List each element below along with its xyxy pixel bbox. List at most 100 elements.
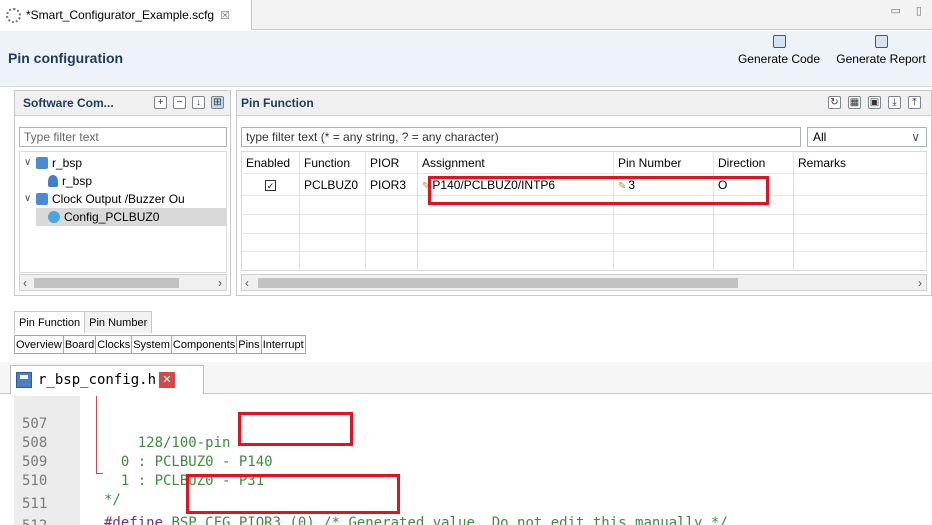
generate-code-icon <box>772 35 786 48</box>
configurator-page-tabs: Overview Board Clocks System Components … <box>14 335 306 354</box>
code-editor-tab[interactable]: r_bsp_config.h ✕ <box>10 365 204 394</box>
tree-item-r-bsp[interactable]: r_bsp <box>48 172 92 190</box>
tree-item-r-bsp-group[interactable]: ∨ r_bsp <box>24 154 82 172</box>
enabled-cell[interactable]: ✓ <box>241 172 300 196</box>
tree-item-config-pclbuz0[interactable]: Config_PCLBUZ0 <box>36 208 226 226</box>
software-components-toolbar: + − ↓ ⊞ <box>154 96 224 109</box>
software-components-title: Software Com... <box>23 96 114 110</box>
refresh-icon[interactable]: ↻ <box>828 96 841 109</box>
line-number: 512 <box>22 517 47 525</box>
component-filter-input[interactable]: Type filter text <box>19 127 227 147</box>
scroll-left-icon[interactable]: ‹ <box>23 276 27 290</box>
highlight-box-p140 <box>238 412 353 446</box>
function-cell: PCLBUZ0 <box>299 172 366 196</box>
window-controls[interactable]: ▭ ▯ <box>890 4 928 17</box>
column-header-assignment[interactable]: Assignment <box>417 151 614 174</box>
tree-item-label: Config_PCLBUZ0 <box>64 210 160 224</box>
pin-function-table: Enabled Function PIOR Assignment Pin Num… <box>241 151 927 271</box>
editor-tab-scfg[interactable]: *Smart_Configurator_Example.scfg ☒ <box>0 0 252 30</box>
scrollbar-thumb[interactable] <box>258 278 738 288</box>
import-icon[interactable]: ⤓ <box>888 96 901 109</box>
scroll-right-icon[interactable]: › <box>218 276 222 290</box>
pin-table-scrollbar[interactable]: ‹ › <box>241 274 927 291</box>
gear-icon <box>6 7 21 23</box>
highlight-box-assignment <box>428 176 769 205</box>
board-icon[interactable]: ▦ <box>848 96 861 109</box>
pior-cell: PIOR3 <box>365 172 418 196</box>
tree-item-clock-output-group[interactable]: ∨ Clock Output /Buzzer Ou <box>24 190 185 208</box>
code-line: 510 */ <box>14 453 932 508</box>
tab-components[interactable]: Components <box>170 335 238 354</box>
editor-tab-title: *Smart_Configurator_Example.scfg <box>26 8 215 22</box>
pin-filter-input[interactable]: type filter text (* = any string, ? = an… <box>241 127 801 147</box>
pin-function-title: Pin Function <box>241 96 314 110</box>
chevron-down-icon[interactable]: ∨ <box>911 128 920 146</box>
expand-all-icon[interactable]: + <box>154 96 167 109</box>
close-icon[interactable]: ✕ <box>159 372 176 388</box>
page-title: Pin configuration <box>8 50 124 66</box>
table-row <box>241 232 927 252</box>
component-icon <box>48 175 58 187</box>
scrollbar-thumb[interactable] <box>34 278 179 288</box>
generate-code-button[interactable]: Generate Code <box>733 35 825 66</box>
code-line: 511 #define BSP_CFG_PIOR3 (0) /* Generat… <box>14 476 932 525</box>
component-tree-scrollbar[interactable]: ‹ › <box>19 274 227 291</box>
code-line: 512 <box>14 498 932 525</box>
table-header-row: Enabled Function PIOR Assignment Pin Num… <box>241 151 927 174</box>
scroll-left-icon[interactable]: ‹ <box>245 276 249 290</box>
generate-report-label: Generate Report <box>836 52 926 66</box>
comment-fold-end <box>96 473 103 474</box>
table-row <box>241 251 927 271</box>
pin-view-tabs: Pin Function Pin Number <box>14 311 153 333</box>
tree-item-label: Clock Output /Buzzer Ou <box>52 192 185 206</box>
tab-system[interactable]: System <box>131 335 172 354</box>
column-header-enabled[interactable]: Enabled <box>241 151 300 174</box>
table-row <box>241 213 927 234</box>
highlight-box-define <box>186 474 400 514</box>
code-line: 508 0 : PCLBUZ0 - P140 <box>14 415 932 470</box>
tab-overview[interactable]: Overview <box>14 335 64 354</box>
chevron-down-icon[interactable]: ∨ <box>24 190 36 208</box>
tab-clocks[interactable]: Clocks <box>95 335 133 354</box>
column-header-remarks[interactable]: Remarks <box>793 151 927 174</box>
code-line: 509 1 : PCLBUZ0 - P31 <box>14 434 932 489</box>
code-editor-filename: r_bsp_config.h <box>38 372 157 388</box>
generate-report-button[interactable]: Generate Report <box>832 35 930 66</box>
component-group-icon <box>36 193 48 205</box>
close-icon[interactable]: ☒ <box>220 9 230 22</box>
code-editor[interactable]: 507 128/100-pin 508 0 : PCLBUZ0 - P140 5… <box>14 396 932 525</box>
tree-item-label: r_bsp <box>52 156 83 170</box>
code-line: 507 128/100-pin <box>14 396 932 451</box>
code-editor-tab-bar: r_bsp_config.h ✕ <box>0 362 932 394</box>
column-header-function[interactable]: Function <box>299 151 366 174</box>
tab-interrupt[interactable]: Interrupt <box>260 335 306 354</box>
sort-az-icon[interactable]: ↓ <box>192 96 205 109</box>
tab-pins[interactable]: Pins <box>236 335 262 354</box>
scroll-right-icon[interactable]: › <box>918 276 922 290</box>
config-icon <box>48 211 60 223</box>
tab-pin-function[interactable]: Pin Function <box>14 311 86 333</box>
generate-code-label: Generate Code <box>737 52 821 66</box>
remarks-cell[interactable] <box>793 172 927 196</box>
component-tree: ∨ r_bsp r_bsp ∨ Clock Output /Buzzer Ou … <box>19 151 227 273</box>
pin-function-header: Pin Function <box>237 91 931 116</box>
tab-board[interactable]: Board <box>62 335 97 354</box>
editor-tab-bar: *Smart_Configurator_Example.scfg ☒ ▭ ▯ <box>0 0 932 30</box>
printer-icon <box>874 35 888 48</box>
tree-item-label: r_bsp <box>62 174 93 188</box>
pin-function-select[interactable]: All ∨ <box>807 127 927 147</box>
enabled-checkbox[interactable]: ✓ <box>265 179 276 191</box>
chevron-down-icon[interactable]: ∨ <box>24 154 36 172</box>
column-header-direction[interactable]: Direction <box>713 151 794 174</box>
software-components-panel: Software Com... + − ↓ ⊞ Type filter text… <box>14 90 231 296</box>
header-file-icon <box>16 372 32 388</box>
export-icon[interactable]: ⤒ <box>908 96 921 109</box>
column-header-pior[interactable]: PIOR <box>365 151 418 174</box>
hierarchy-view-icon[interactable]: ⊞ <box>211 96 224 109</box>
pin-function-toolbar: ↻ ▦ ▣ ⤓ ⤒ <box>828 96 921 109</box>
column-header-pin-number[interactable]: Pin Number <box>613 151 714 174</box>
chip-icon[interactable]: ▣ <box>868 96 881 109</box>
tab-pin-number[interactable]: Pin Number <box>84 311 153 333</box>
pin-configuration-header: Pin configuration Generate Code Generate… <box>0 31 932 87</box>
collapse-all-icon[interactable]: − <box>173 96 186 109</box>
